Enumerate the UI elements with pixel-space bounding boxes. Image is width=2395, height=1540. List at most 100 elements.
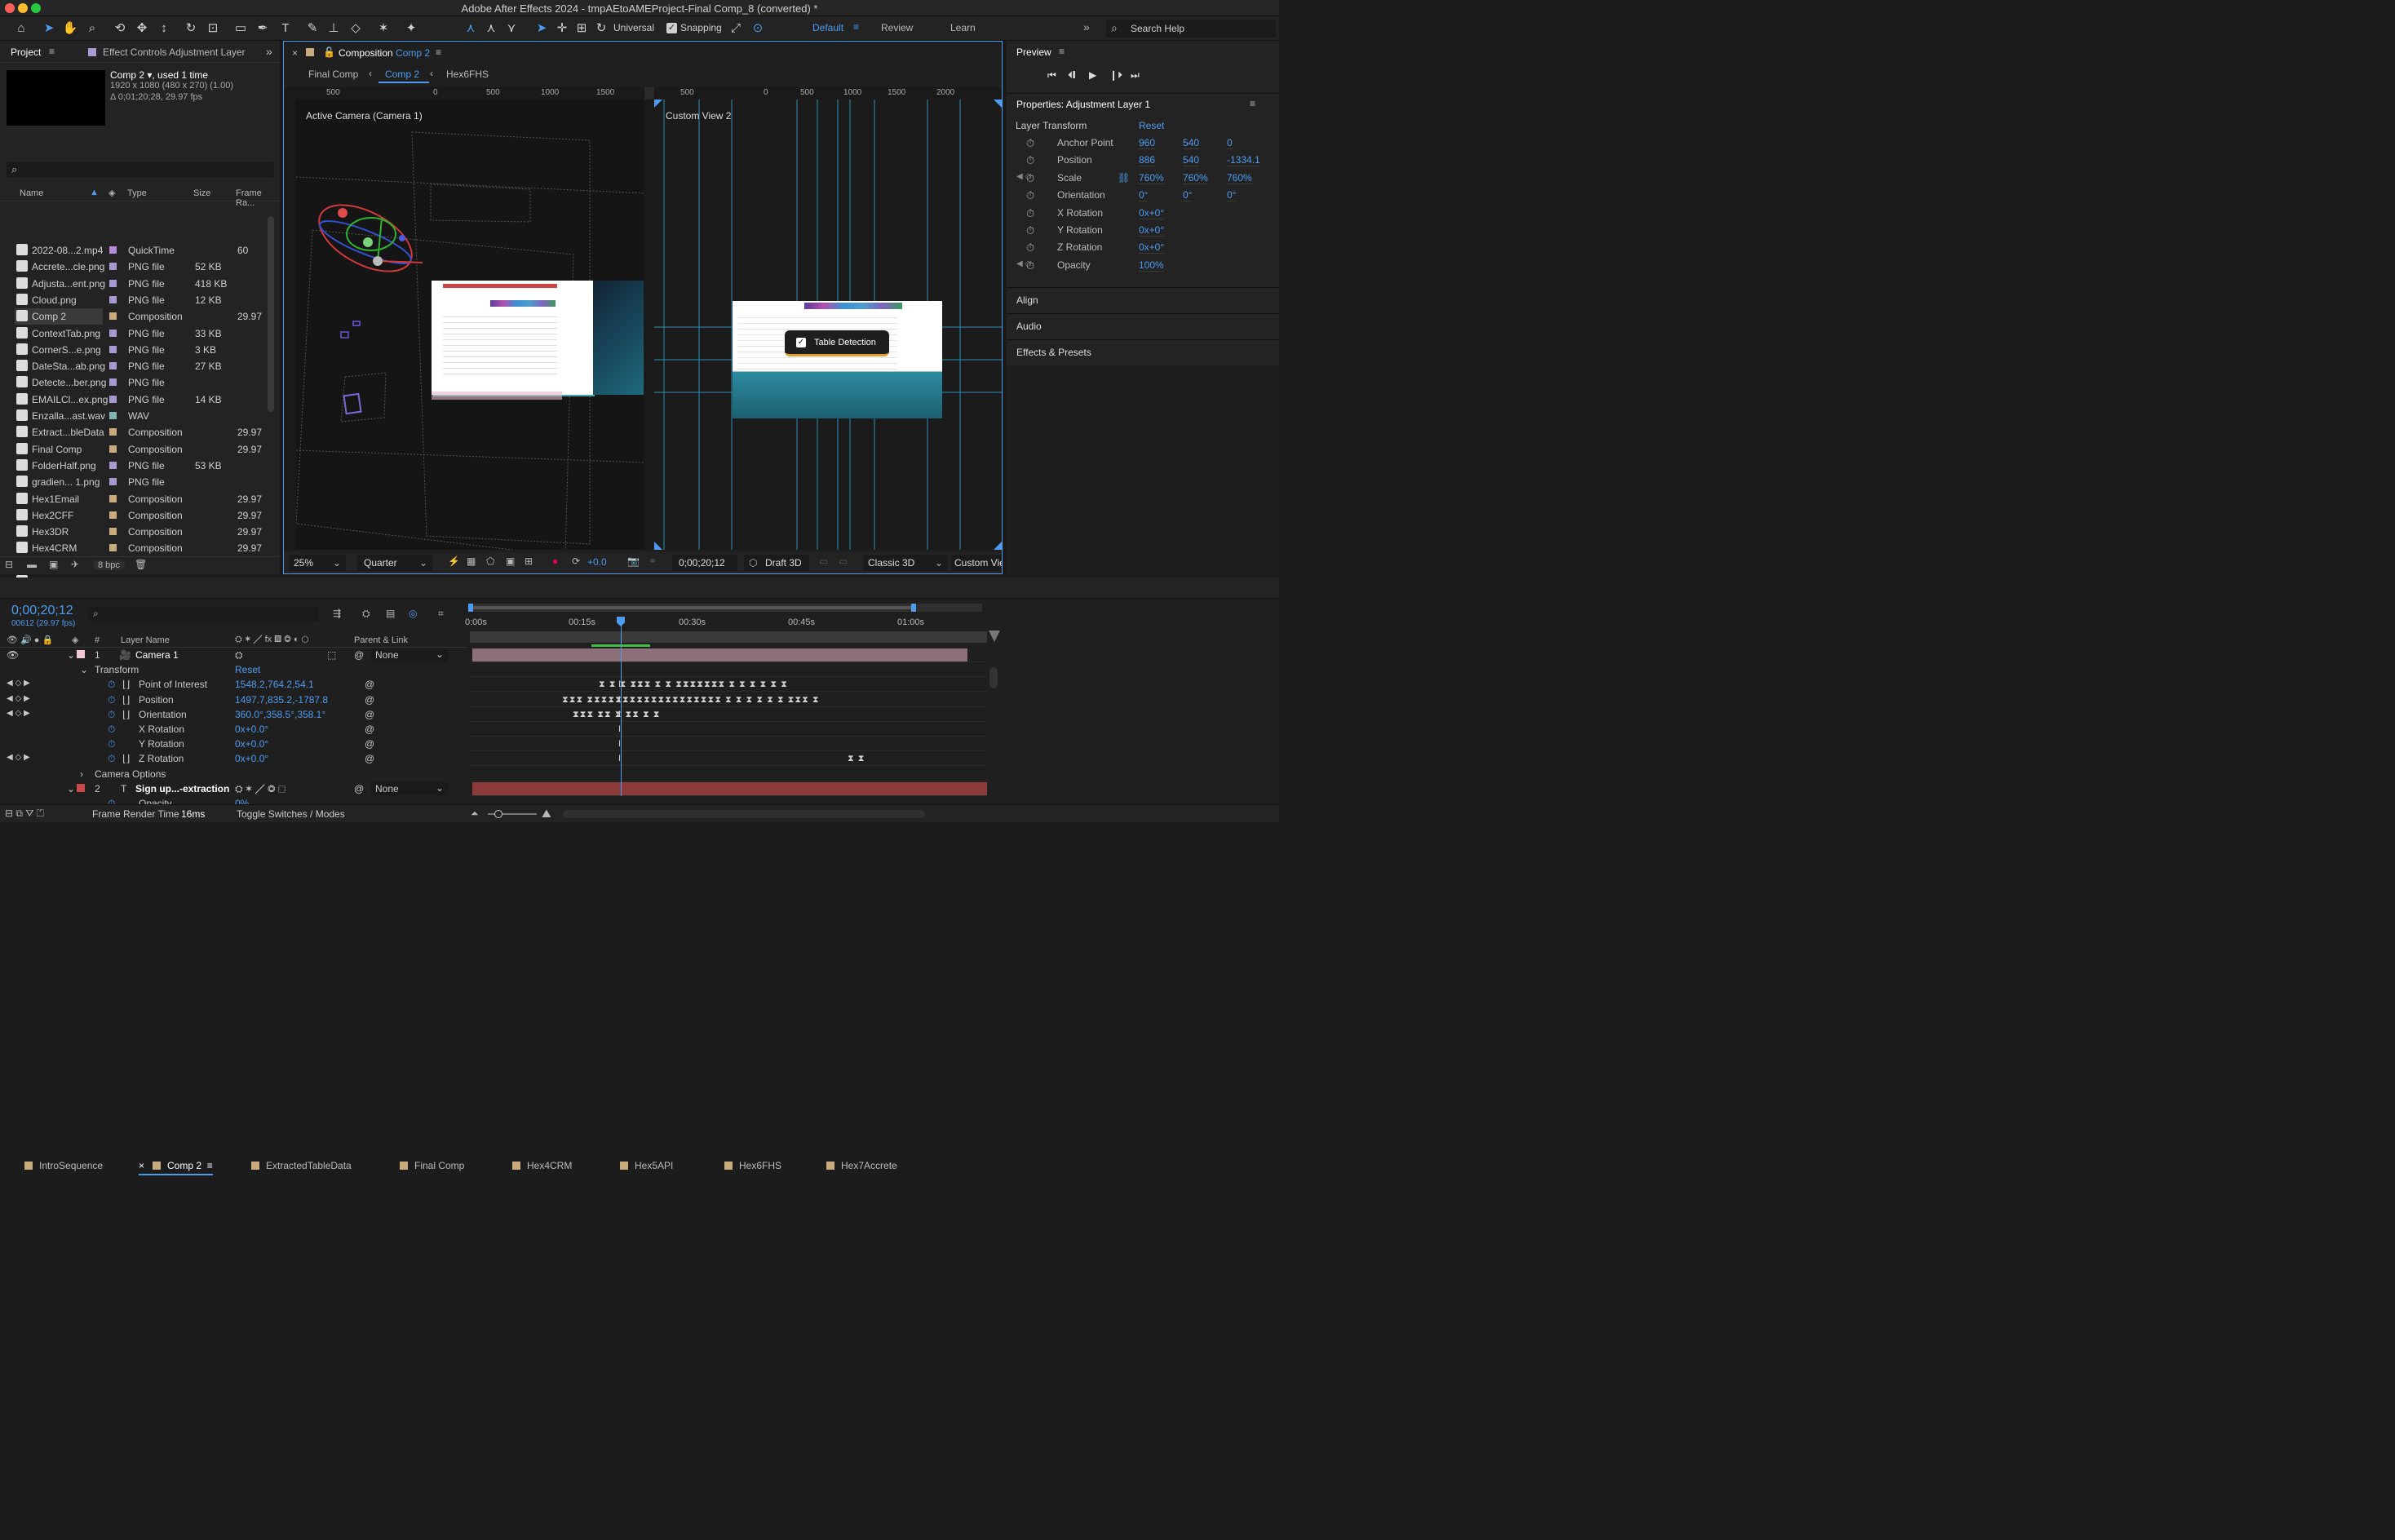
audio-section[interactable]: Audio <box>1016 321 1042 332</box>
keyframe-nav-icon[interactable]: ◀ ◇ ▶ <box>7 753 30 762</box>
project-item[interactable]: Adjusta...ent.png PNG file 418 KB <box>15 276 268 292</box>
project-item[interactable]: Cloud.png PNG file 12 KB <box>15 292 268 308</box>
expand-arrow-icon[interactable]: ⌄ <box>80 664 88 675</box>
stopwatch-icon[interactable]: ⏱ <box>1026 241 1034 254</box>
property-value[interactable]: 760% <box>1227 172 1252 184</box>
parent-select[interactable]: None ⌄ <box>371 648 448 662</box>
switches-icons[interactable]: ⛭ ✶ ╱ fx ▤ ◎ ◐ ⬡ <box>235 635 308 645</box>
interpret-footage-icon[interactable]: ⊟ <box>5 559 13 570</box>
toggle-switches-modes[interactable]: Toggle Switches / Modes <box>237 808 345 820</box>
composition-flowchart-icon[interactable]: ⇶ <box>333 608 341 619</box>
layer-name[interactable]: Sign up...-extraction <box>135 783 229 794</box>
last-frame-icon[interactable]: ⏭ <box>1131 69 1140 82</box>
project-search-input[interactable]: ⌕ <box>7 162 274 178</box>
stopwatch-icon[interactable]: ⏱ <box>1026 259 1034 272</box>
property-value[interactable]: 0° <box>1139 189 1149 202</box>
render-queue-icon[interactable]: ✈ <box>71 559 79 570</box>
property-value[interactable]: 1497.7,835.2,-1787.8 <box>235 694 328 706</box>
close-tab-icon[interactable]: × <box>139 1160 153 1171</box>
timeline-tab[interactable]: × Comp 2 ≡ <box>139 1160 213 1175</box>
graph-icon[interactable]: ⌊⌋ <box>122 753 130 764</box>
3d-ground-plane-icon[interactable]: ▭ <box>839 555 848 567</box>
rectangle-tool-icon[interactable]: ▭ <box>232 20 249 37</box>
project-item[interactable]: EMAILCl...ex.png PNG file 14 KB <box>15 392 268 408</box>
stopwatch-icon[interactable]: ⏱ <box>1026 154 1034 167</box>
shy-switch-icon[interactable]: ⛭ <box>235 649 243 662</box>
layer-switches[interactable]: ⛭ ✶ ╱ ◎ ⬚ <box>235 783 286 795</box>
exposure-value[interactable]: +0.0 <box>587 556 607 568</box>
expand-arrow-icon[interactable]: ⌄ <box>67 649 75 661</box>
property-value[interactable]: 886 <box>1139 154 1156 167</box>
expand-arrow-icon[interactable]: › <box>80 768 83 780</box>
show-snapshot-icon[interactable]: ⚭ <box>649 555 657 567</box>
pen-tool-icon[interactable]: ✒ <box>255 20 271 37</box>
new-folder-icon[interactable]: ▬ <box>27 559 37 570</box>
stopwatch-icon[interactable]: ⏱ <box>1026 172 1034 185</box>
expression-icon[interactable]: @ <box>365 679 374 690</box>
sort-arrow-icon[interactable]: ▲ <box>90 188 99 197</box>
timeline-track[interactable]: ⧗⧗⧗ ⧗⧗⧗⧗⧗⧗⧗⧗⧗⧗⧗⧗⧗⧗⧗⧗⧗⧗⧗ ⧗ ⧗ ⧗ ⧗ ⧗ ⧗ ⧗⧗⧗ … <box>470 693 987 707</box>
transparency-grid-icon[interactable]: ▦ <box>467 555 476 567</box>
comp-tab[interactable] <box>306 46 321 58</box>
stopwatch-icon[interactable]: ⏱ <box>1026 224 1034 237</box>
eraser-tool-icon[interactable]: ◇ <box>348 20 364 37</box>
zoom-out-icon[interactable]: ⏶ <box>471 808 479 820</box>
project-item[interactable]: CornerS...e.png PNG file 3 KB <box>15 342 268 358</box>
3d-layer-icon[interactable]: ⬚ <box>327 649 336 661</box>
property-value[interactable]: 760% <box>1183 172 1208 184</box>
keyframe-nav-icon[interactable]: ◀ ◇ ▶ <box>7 679 30 688</box>
keyframe-nav-icon[interactable]: ◀ ◇ ▶ <box>7 709 30 718</box>
expression-icon[interactable]: @ <box>365 694 374 706</box>
draft-3d-toggle[interactable]: ⬡ Draft 3D <box>744 555 809 571</box>
custom-view-viewport[interactable]: ✓ Table Detection <box>654 100 1002 550</box>
toggle-icons[interactable]: ⊟ ⧉ ⛛ ⏍ <box>5 808 44 820</box>
keyframes[interactable]: ⧗ ⧗ <box>848 754 865 764</box>
zoom-in-icon[interactable]: ⛰ <box>542 807 551 821</box>
dolly-tool-icon[interactable]: ↕ <box>156 20 172 37</box>
frame-blending-icon[interactable]: ▤ <box>386 608 395 619</box>
preview-tab[interactable]: Preview <box>1016 46 1051 58</box>
property-value[interactable]: 0x+0° <box>1139 207 1165 219</box>
timeline-tab[interactable]: IntroSequence <box>24 1160 103 1171</box>
project-item[interactable]: Accrete...cle.png PNG file 52 KB <box>15 259 268 275</box>
camera-options-row[interactable]: › Camera Options <box>0 767 467 781</box>
comp-tab-menu-icon[interactable]: ≡ <box>436 46 441 58</box>
property-value[interactable]: 960 <box>1139 137 1156 149</box>
timeline-scrollbar[interactable] <box>989 667 998 688</box>
graph-editor-icon[interactable]: ⌗ <box>438 608 444 620</box>
lock-icon[interactable]: 🔓 <box>323 46 335 58</box>
property-value[interactable]: 0x+0° <box>1139 224 1165 237</box>
timeline-horizontal-scroll[interactable] <box>563 810 925 818</box>
anchor-tool-icon[interactable]: ⊡ <box>205 20 221 37</box>
zoom-slider[interactable] <box>488 810 537 818</box>
timecode-field[interactable]: 0;00;20;12 <box>672 555 737 571</box>
layer-bar[interactable] <box>472 781 987 795</box>
property-value[interactable]: 0° <box>1227 189 1237 202</box>
parent-select[interactable]: None ⌄ <box>371 781 448 795</box>
property-row[interactable]: ◀ ◇ ▶ ⏱ ⌊⌋ Z Rotation 0x+0.0° @ <box>0 751 467 766</box>
expression-icon[interactable]: @ <box>365 738 374 750</box>
snap-options-icon[interactable]: ⤢ <box>728 20 744 37</box>
timeline-track[interactable]: ⧗ ⧗ ⧗ ⧗⧗⧗ ⧗ ⧗ ⧗⧗⧗⧗⧗⧗⧗ ⧗ ⧗ ⧗ ⧗ ⧗ ⧗I <box>470 677 987 693</box>
stopwatch-icon[interactable]: ⏱ <box>108 753 115 765</box>
project-item[interactable]: ContextTab.png PNG file 33 KB <box>15 325 268 342</box>
project-item[interactable]: Hex3DR Composition 29.97 <box>15 524 268 540</box>
previous-frame-icon[interactable]: ⏴❙ <box>1068 69 1075 82</box>
work-area-end[interactable] <box>911 604 916 612</box>
timeline-track[interactable]: I <box>470 722 987 737</box>
col-size[interactable]: Size <box>193 188 210 198</box>
project-item[interactable]: Final Comp Composition 29.97 <box>15 441 268 458</box>
3d-view-select[interactable]: Custom Vie <box>951 555 1002 571</box>
project-item[interactable]: FolderHalf.png PNG file 53 KB <box>15 458 268 474</box>
scale-icon[interactable]: ⊞ <box>573 20 590 37</box>
region-of-interest-icon[interactable]: ▣ <box>506 555 515 567</box>
project-tab-menu-icon[interactable]: ≡ <box>49 46 55 57</box>
work-area-bar[interactable] <box>468 604 982 612</box>
property-row[interactable]: ◀ ◇ ▶ ⏱ ⌊⌋ Position 1497.7,835.2,-1787.8 @ <box>0 693 467 707</box>
more-workspaces-icon[interactable]: » <box>1083 20 1090 33</box>
puppet-tool-icon[interactable]: ✦ <box>403 20 419 37</box>
timeline-track[interactable] <box>470 767 987 781</box>
layer-search-input[interactable]: ⌕ <box>88 607 318 622</box>
layer-row-camera[interactable]: 👁 ⌄ 1 🎥 Camera 1 ⛭ ⬚ @ None ⌄ <box>0 648 467 662</box>
tab-menu-icon[interactable]: ≡ <box>201 1160 213 1171</box>
